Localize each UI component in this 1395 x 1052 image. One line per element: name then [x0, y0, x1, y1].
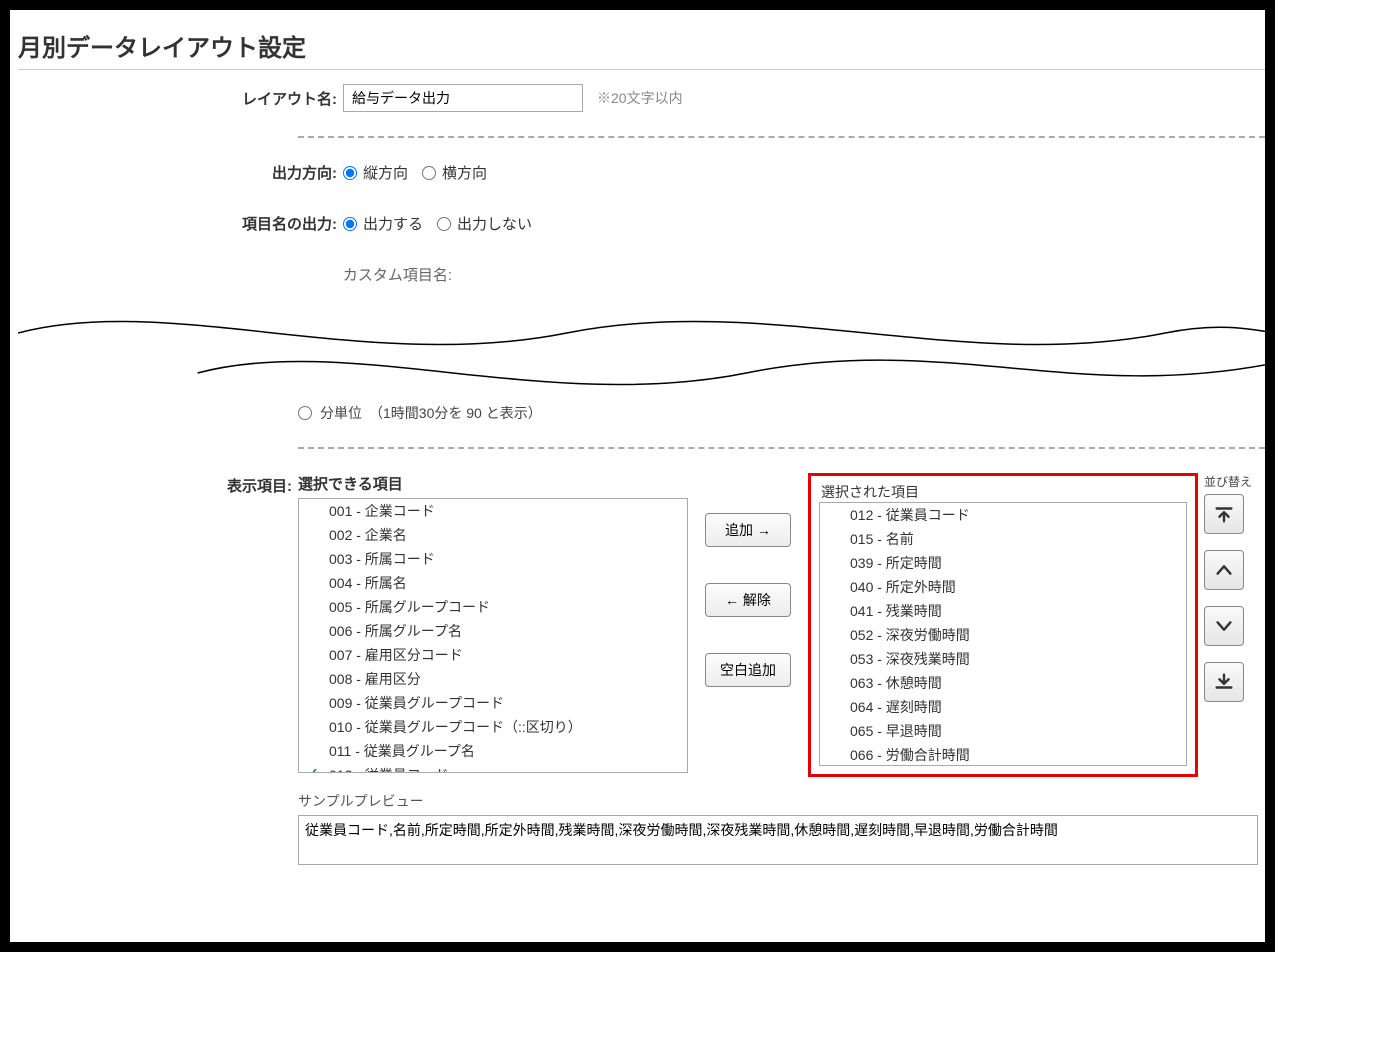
output-itemname-option-1[interactable]: 出力しない — [437, 213, 532, 234]
output-direction-radio-1[interactable] — [422, 166, 436, 180]
selected-item[interactable]: 039 - 所定時間 — [820, 551, 1186, 575]
content-omitted-wave — [18, 303, 1265, 393]
output-itemname-option-0[interactable]: 出力する — [343, 213, 423, 234]
available-item[interactable]: 010 - 従業員グループコード（::区切り） — [299, 715, 687, 739]
output-itemname-radio-0[interactable] — [343, 217, 357, 231]
selected-item[interactable]: 066 - 労働合計時間 — [820, 743, 1186, 766]
selected-items-highlight: 選択された項目 012 - 従業員コード015 - 名前039 - 所定時間04… — [808, 473, 1198, 777]
check-icon: ✓ — [307, 765, 319, 773]
available-item[interactable]: 006 - 所属グループ名 — [299, 619, 687, 643]
layout-name-input[interactable] — [343, 84, 583, 112]
selected-item[interactable]: 064 - 遅刻時間 — [820, 695, 1186, 719]
layout-name-label: レイアウト名: — [18, 88, 343, 109]
available-item[interactable]: 001 - 企業コード — [299, 499, 687, 523]
sort-top-button[interactable] — [1204, 494, 1244, 534]
selected-item[interactable]: 012 - 従業員コード — [820, 503, 1186, 527]
page-title: 月別データレイアウト設定 — [18, 28, 1265, 63]
minute-unit-radio[interactable] — [298, 406, 312, 420]
available-item[interactable]: ✓012 - 従業員コード — [299, 763, 687, 773]
remove-button[interactable]: ← 解除 — [705, 583, 791, 617]
selected-item[interactable]: 041 - 残業時間 — [820, 599, 1186, 623]
selected-item[interactable]: 015 - 名前 — [820, 527, 1186, 551]
available-item[interactable]: 009 - 従業員グループコード — [299, 691, 687, 715]
available-item[interactable]: 008 - 雇用区分 — [299, 667, 687, 691]
output-direction-label: 出力方向: — [18, 162, 343, 183]
sample-preview-textarea[interactable] — [298, 815, 1258, 865]
output-direction-radio-0[interactable] — [343, 166, 357, 180]
sort-down-button[interactable] — [1204, 606, 1244, 646]
available-list-title: 選択できる項目 — [298, 473, 688, 494]
available-listbox[interactable]: 001 - 企業コード002 - 企業名003 - 所属コード004 - 所属名… — [298, 498, 688, 773]
custom-item-name-label: カスタム項目名: — [18, 264, 458, 285]
output-itemname-label: 項目名の出力: — [18, 213, 343, 234]
selected-item[interactable]: 063 - 休憩時間 — [820, 671, 1186, 695]
section-divider-2 — [298, 447, 1265, 449]
sample-preview-label: サンプルプレビュー — [298, 791, 1265, 811]
add-blank-button[interactable]: 空白追加 — [705, 653, 791, 687]
available-item[interactable]: 004 - 所属名 — [299, 571, 687, 595]
sort-bottom-button[interactable] — [1204, 662, 1244, 702]
sort-label: 並び替え — [1204, 473, 1254, 490]
selected-item[interactable]: 065 - 早退時間 — [820, 719, 1186, 743]
available-item[interactable]: 003 - 所属コード — [299, 547, 687, 571]
available-item[interactable]: 011 - 従業員グループ名 — [299, 739, 687, 763]
section-divider-1 — [298, 136, 1265, 138]
output-direction-option-1[interactable]: 横方向 — [422, 162, 487, 183]
selected-item[interactable]: 053 - 深夜残業時間 — [820, 647, 1186, 671]
available-item[interactable]: 002 - 企業名 — [299, 523, 687, 547]
selected-item[interactable]: 052 - 深夜労働時間 — [820, 623, 1186, 647]
output-direction-option-0[interactable]: 縦方向 — [343, 162, 408, 183]
available-item[interactable]: 007 - 雇用区分コード — [299, 643, 687, 667]
minute-unit-label: 分単位 （1時間30分を 90 と表示） — [320, 403, 542, 423]
selected-item[interactable]: 040 - 所定外時間 — [820, 575, 1186, 599]
selected-list-title: 選択された項目 — [821, 482, 1187, 502]
sort-up-button[interactable] — [1204, 550, 1244, 590]
selected-listbox[interactable]: 012 - 従業員コード015 - 名前039 - 所定時間040 - 所定外時… — [819, 502, 1187, 766]
layout-name-hint: ※20文字以内 — [597, 88, 683, 108]
title-divider — [18, 69, 1265, 70]
display-items-label: 表示項目: — [18, 473, 298, 496]
output-itemname-radio-1[interactable] — [437, 217, 451, 231]
available-item[interactable]: 005 - 所属グループコード — [299, 595, 687, 619]
add-button[interactable]: 追加 → — [705, 513, 791, 547]
